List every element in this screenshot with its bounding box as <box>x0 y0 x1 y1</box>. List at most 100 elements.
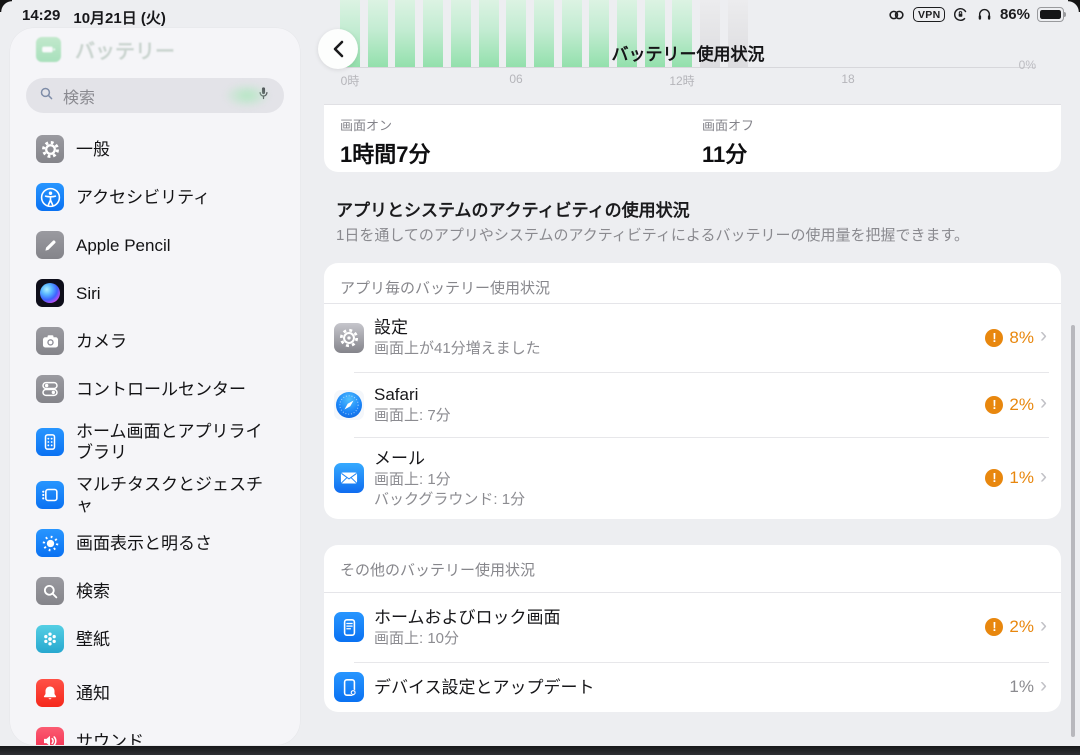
sidebar-menu: 一般 アクセシビリティ Apple Pencil Siri <box>10 125 300 745</box>
battery-percent-value: 2% <box>1009 395 1034 415</box>
back-button[interactable] <box>318 29 358 69</box>
battery-percent: 86% <box>1000 6 1030 23</box>
accessibility-icon <box>36 183 64 211</box>
settings-sidebar: バッテリー 検索 一般 アクセシビリティ <box>10 28 300 745</box>
sidebar-section-title: バッテリー <box>75 35 175 64</box>
page-title: バッテリー使用状況 <box>316 40 1060 65</box>
headphones-icon <box>976 6 993 23</box>
hotspot-icon <box>887 7 906 23</box>
x-tick: 12時 <box>669 72 694 89</box>
search-icon <box>36 577 64 605</box>
chevron-right-icon: › <box>1040 469 1047 488</box>
other-usage-card: その他のバッテリー使用状況 ホームおよびロック画面 画面上: 10分 ! 2% … <box>324 545 1061 712</box>
display-corner <box>0 0 12 12</box>
row-detail: 画面上: 10分 <box>374 629 561 648</box>
sidebar-item-control-center[interactable]: コントロールセンター <box>10 365 300 413</box>
sidebar-item-notifications[interactable]: 通知 <box>10 669 300 717</box>
sidebar-item-apple-pencil[interactable]: Apple Pencil <box>10 221 300 269</box>
sidebar-item-display-brightness[interactable]: 画面表示と明るさ <box>10 519 300 567</box>
chevron-left-icon <box>331 40 346 58</box>
device-settings-icon <box>334 672 364 702</box>
sidebar-item-siri[interactable]: Siri <box>10 269 300 317</box>
status-bar: 14:29 10月21日 (火) VPN 86% <box>0 0 1080 28</box>
sidebar-item-wallpaper[interactable]: 壁紙 <box>10 615 300 663</box>
sidebar-item-camera[interactable]: カメラ <box>10 317 300 365</box>
chevron-right-icon: › <box>1040 678 1047 697</box>
glass-reflection <box>224 83 270 108</box>
app-detail: バックグラウンド: 1分 <box>374 490 525 509</box>
status-right: VPN 86% <box>887 6 1064 23</box>
siri-icon <box>36 279 64 307</box>
app-row-settings[interactable]: 設定 画面上が41分増えました ! 8% › <box>324 303 1061 372</box>
multitask-icon <box>36 481 64 509</box>
app-usage-card: アプリ毎のバッテリー使用状況 設定 画面上が41分増えました ! 8% › <box>324 263 1061 519</box>
settings-app-icon <box>334 323 364 353</box>
card-header: その他のバッテリー使用状況 <box>340 559 535 580</box>
control-center-icon <box>36 375 64 403</box>
x-tick: 0時 <box>341 72 360 89</box>
screen-on-label: 画面オン <box>340 115 430 134</box>
ipad-settings-screen: 14:29 10月21日 (火) VPN 86% バッテリー <box>0 0 1080 755</box>
sidebar-item-accessibility[interactable]: アクセシビリティ <box>10 173 300 221</box>
sidebar-item-general[interactable]: 一般 <box>10 125 300 173</box>
row-home-lock-screen[interactable]: ホームおよびロック画面 画面上: 10分 ! 2% › <box>324 592 1061 662</box>
status-left: 14:29 10月21日 (火) <box>22 7 166 28</box>
app-name: 設定 <box>374 317 541 338</box>
row-device-settings[interactable]: デバイス設定とアップデート 1% › <box>324 662 1061 712</box>
pencil-icon <box>36 231 64 259</box>
status-date: 10月21日 (火) <box>73 7 166 28</box>
chart-axis-line <box>336 67 1036 68</box>
section-description: 1日を通してのアプリやシステムのアクティビティによるバッテリーの使用量を把握でき… <box>336 224 969 245</box>
chevron-right-icon: › <box>1040 395 1047 414</box>
app-detail: 画面上が41分増えました <box>374 339 541 358</box>
camera-icon <box>36 327 64 355</box>
warning-badge-icon: ! <box>985 469 1003 487</box>
search-icon <box>38 85 55 107</box>
screen-on-value: 1時間7分 <box>340 137 430 169</box>
battery-percent-value: 2% <box>1009 617 1034 637</box>
screen-off-label: 画面オフ <box>702 115 754 134</box>
section-title: アプリとシステムのアクティビティの使用状況 <box>336 196 690 221</box>
app-row-mail[interactable]: メール 画面上: 1分 バックグラウンド: 1分 ! 1% › <box>324 437 1061 519</box>
app-name: メール <box>374 448 525 469</box>
safari-app-icon <box>334 390 364 420</box>
x-tick: 06 <box>509 72 522 86</box>
vpn-badge: VPN <box>913 7 945 22</box>
battery-icon <box>1037 7 1064 22</box>
sidebar-item-home-screen[interactable]: ホーム画面とアプリライブラリ <box>10 413 300 471</box>
home-lock-screen-icon <box>334 612 364 642</box>
sidebar-item-sounds[interactable]: サウンド <box>10 717 300 745</box>
speaker-icon <box>36 727 64 745</box>
battery-percent-value: 1% <box>1009 677 1034 697</box>
app-detail: 画面上: 1分 <box>374 470 525 489</box>
app-row-safari[interactable]: Safari 画面上: 7分 ! 2% › <box>324 372 1061 437</box>
warning-badge-icon: ! <box>985 618 1003 636</box>
orientation-lock-icon <box>952 6 969 23</box>
screen-bottom-edge <box>0 746 1080 755</box>
app-detail: 画面上: 7分 <box>374 406 451 425</box>
home-screen-icon <box>36 428 64 456</box>
mail-app-icon <box>334 463 364 493</box>
wallpaper-icon <box>36 625 64 653</box>
scrollbar[interactable] <box>1071 325 1075 737</box>
display-corner <box>1068 0 1080 12</box>
screen-time-card: 画面オン 1時間7分 画面オフ 11分 <box>324 104 1061 172</box>
sidebar-item-multitask[interactable]: マルチタスクとジェスチャ <box>10 471 300 519</box>
app-name: Safari <box>374 384 451 405</box>
chevron-right-icon: › <box>1040 618 1047 637</box>
battery-detail-pane: 0時 06 12時 18 0% バッテリー使用状況 画面オン 1時間7分 画面オ… <box>316 0 1080 747</box>
bell-icon <box>36 679 64 707</box>
warning-badge-icon: ! <box>985 329 1003 347</box>
card-header: アプリ毎のバッテリー使用状況 <box>340 277 550 298</box>
battery-section-icon <box>36 37 61 62</box>
search-input[interactable]: 検索 <box>26 78 284 113</box>
screen-off-value: 11分 <box>702 137 754 169</box>
sidebar-item-search[interactable]: 検索 <box>10 567 300 615</box>
x-tick: 18 <box>841 72 854 86</box>
sidebar-faded-header: バッテリー <box>36 35 175 64</box>
battery-percent-value: 1% <box>1009 468 1034 488</box>
gear-icon <box>36 135 64 163</box>
status-time: 14:29 <box>22 7 60 28</box>
chevron-right-icon: › <box>1040 328 1047 347</box>
battery-percent-value: 8% <box>1009 328 1034 348</box>
